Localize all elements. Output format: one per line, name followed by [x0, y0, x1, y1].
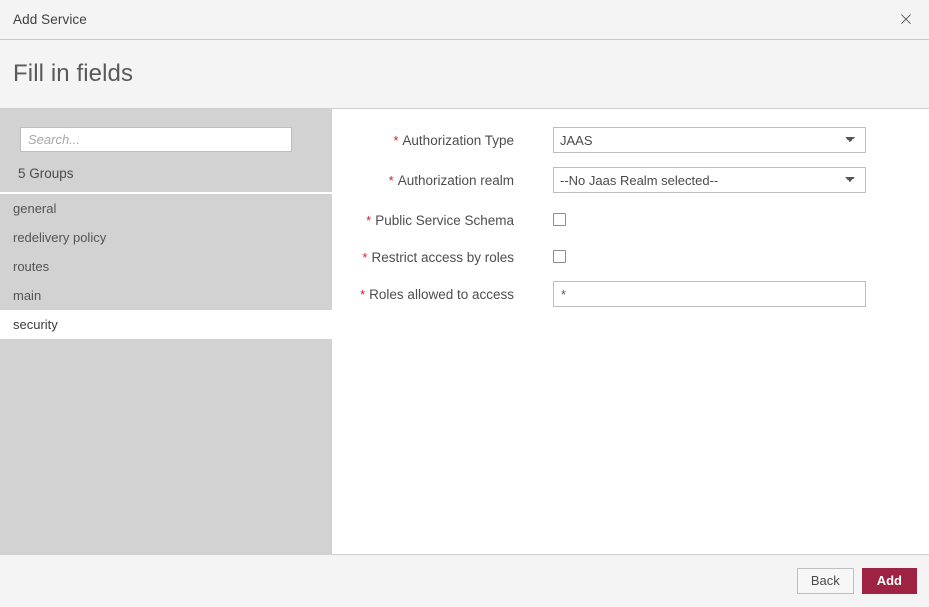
heading-band: Fill in fields: [0, 40, 929, 109]
required-asterisk-icon: *: [389, 173, 394, 188]
field-row-authorization-type: * Authorization Type JAAS: [332, 127, 929, 153]
page-title: Fill in fields: [0, 60, 133, 88]
group-list: general redelivery policy routes main se…: [0, 194, 332, 339]
required-asterisk-icon: *: [360, 287, 365, 302]
form-content: * Authorization Type JAAS * Authorization …: [332, 109, 929, 554]
sidebar-filler: [0, 339, 332, 554]
field-label-text: Public Service Schema: [375, 213, 514, 228]
authorization-type-select[interactable]: JAAS: [553, 127, 866, 153]
groups-count-label: 5 Groups: [0, 152, 332, 194]
field-label-public-service-schema: * Public Service Schema: [332, 207, 514, 230]
field-label-text: Authorization realm: [398, 173, 514, 188]
search-wrap: [0, 109, 332, 152]
public-service-schema-checkbox[interactable]: [553, 213, 566, 226]
field-row-public-service-schema: * Public Service Schema: [332, 207, 929, 230]
add-button[interactable]: Add: [862, 568, 917, 594]
required-asterisk-icon: *: [393, 133, 398, 148]
field-row-restrict-access-by-roles: * Restrict access by roles: [332, 244, 929, 267]
sidebar-item-main[interactable]: main: [0, 281, 332, 310]
field-label-authorization-type: * Authorization Type: [332, 127, 514, 150]
field-label-text: Roles allowed to access: [369, 287, 514, 302]
field-label-authorization-realm: * Authorization realm: [332, 167, 514, 190]
field-label-text: Authorization Type: [402, 133, 514, 148]
close-icon[interactable]: ×: [893, 7, 919, 33]
dialog-footer: Back Add: [0, 554, 929, 607]
sidebar-item-general[interactable]: general: [0, 194, 332, 223]
sidebar-item-redelivery-policy[interactable]: redelivery policy: [0, 223, 332, 252]
field-control-wrap: [514, 207, 566, 226]
back-button[interactable]: Back: [797, 568, 854, 594]
authorization-realm-select[interactable]: --No Jaas Realm selected--: [553, 167, 866, 193]
groups-sidebar: 5 Groups general redelivery policy route…: [0, 109, 332, 554]
roles-allowed-to-access-input[interactable]: [553, 281, 866, 307]
sidebar-item-security[interactable]: security: [0, 310, 332, 339]
sidebar-item-routes[interactable]: routes: [0, 252, 332, 281]
dialog-titlebar: Add Service ×: [0, 0, 929, 40]
field-label-roles-allowed-to-access: * Roles allowed to access: [332, 281, 514, 304]
search-input[interactable]: [20, 127, 292, 152]
field-row-roles-allowed-to-access: * Roles allowed to access: [332, 281, 929, 307]
restrict-access-by-roles-checkbox[interactable]: [553, 250, 566, 263]
dialog-body: 5 Groups general redelivery policy route…: [0, 109, 929, 554]
field-control-wrap: [514, 281, 866, 307]
field-control-wrap: JAAS: [514, 127, 866, 153]
field-row-authorization-realm: * Authorization realm --No Jaas Realm sel…: [332, 167, 929, 193]
required-asterisk-icon: *: [362, 250, 367, 265]
required-asterisk-icon: *: [366, 213, 371, 228]
dialog-title: Add Service: [0, 12, 87, 27]
field-label-text: Restrict access by roles: [371, 250, 514, 265]
field-control-wrap: [514, 244, 566, 263]
field-label-restrict-access-by-roles: * Restrict access by roles: [332, 244, 514, 267]
field-control-wrap: --No Jaas Realm selected--: [514, 167, 866, 193]
add-service-dialog: Add Service × Fill in fields 5 Groups ge…: [0, 0, 929, 607]
